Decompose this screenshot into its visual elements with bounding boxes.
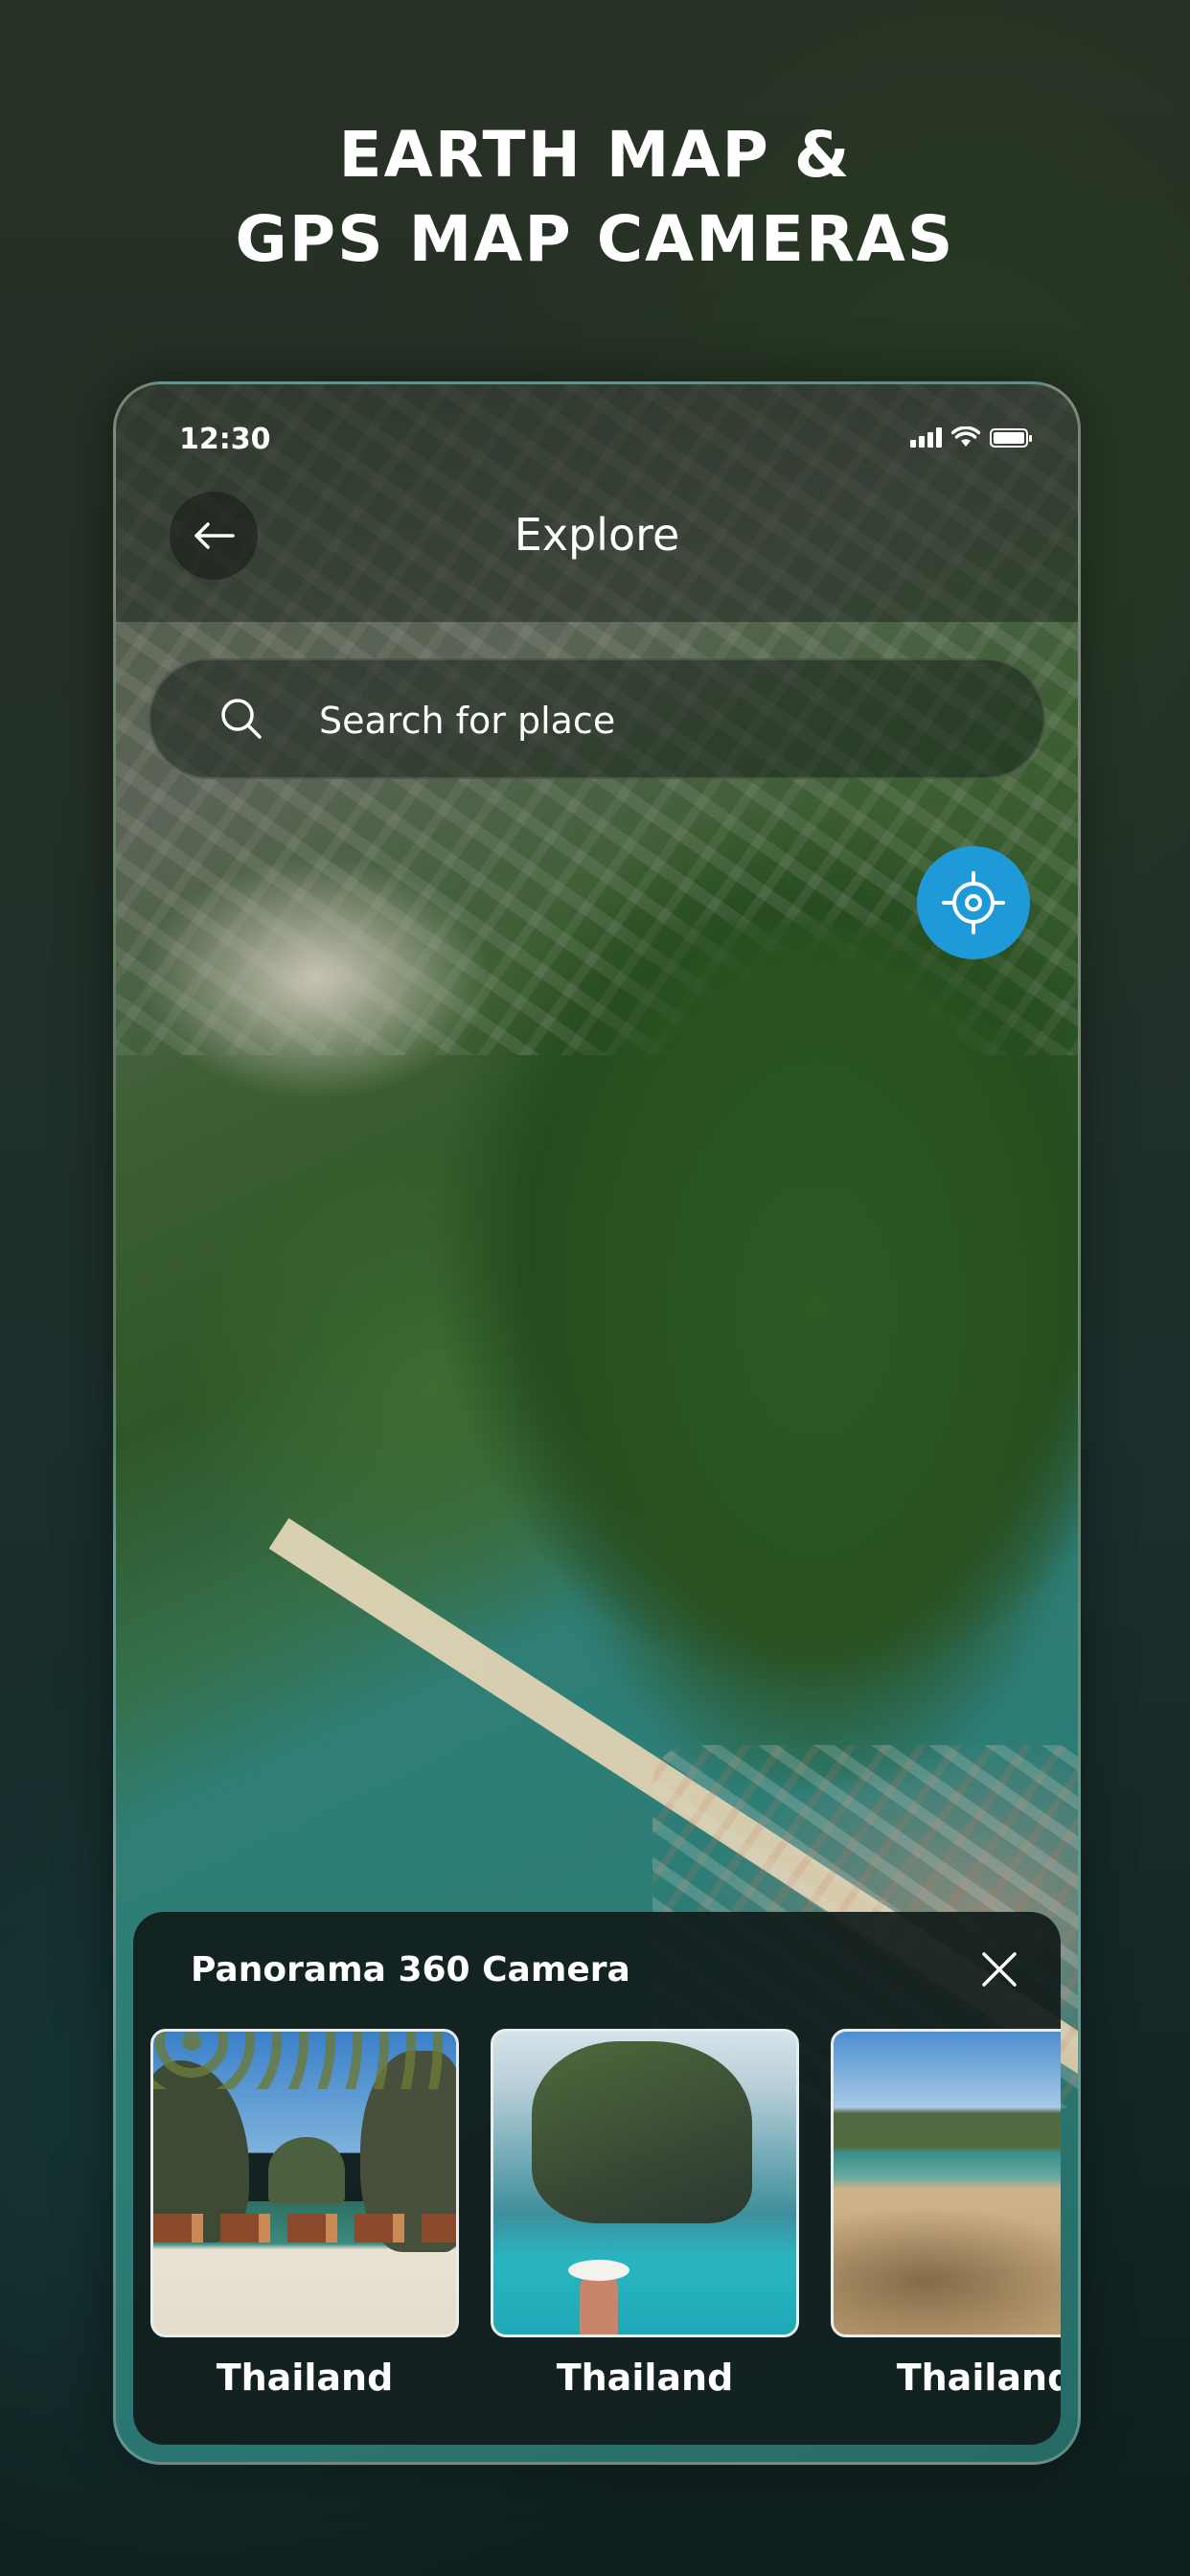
search-icon [217,695,265,747]
page-title: Explore [514,509,680,561]
search-input[interactable] [317,689,992,752]
panorama-card[interactable]: Thailand [831,2029,1061,2399]
panorama-sheet: Panorama 360 Camera Thailand Thailand Th… [133,1912,1061,2445]
close-icon [982,1952,1017,1987]
close-button[interactable] [971,1941,1028,1998]
card-label: Thailand [556,2357,734,2399]
status-time: 12:30 [179,423,271,456]
card-label: Thailand [896,2357,1061,2399]
phone-screen: 12:30 Explore Search for place Panorama … [113,381,1081,2465]
panorama-card[interactable]: Thailand [150,2029,459,2399]
map-jungle-area [528,921,1078,1783]
signal-icon [910,426,942,448]
headline-line-1: EARTH MAP & [338,118,852,192]
promo-headline: EARTH MAP & GPS MAP CAMERAS [0,113,1190,282]
my-location-button[interactable] [917,846,1030,959]
panorama-thumbnail[interactable] [150,2029,459,2337]
battery-icon [990,428,1032,448]
crosshair-icon [942,871,1005,934]
sheet-title: Panorama 360 Camera [191,1950,630,1990]
headline-line-2: GPS MAP CAMERAS [235,202,955,276]
panorama-card-list: Thailand Thailand Thailand [150,2029,1061,2431]
search-bar[interactable] [149,658,1045,779]
card-label: Thailand [216,2357,394,2399]
panorama-thumbnail[interactable] [491,2029,799,2337]
status-bar: 12:30 [116,384,1078,472]
panorama-thumbnail[interactable] [831,2029,1061,2337]
wifi-icon [950,426,981,448]
app-bar: 12:30 Explore [116,384,1078,622]
panorama-card[interactable]: Thailand [491,2029,799,2399]
status-icons [910,426,1032,448]
